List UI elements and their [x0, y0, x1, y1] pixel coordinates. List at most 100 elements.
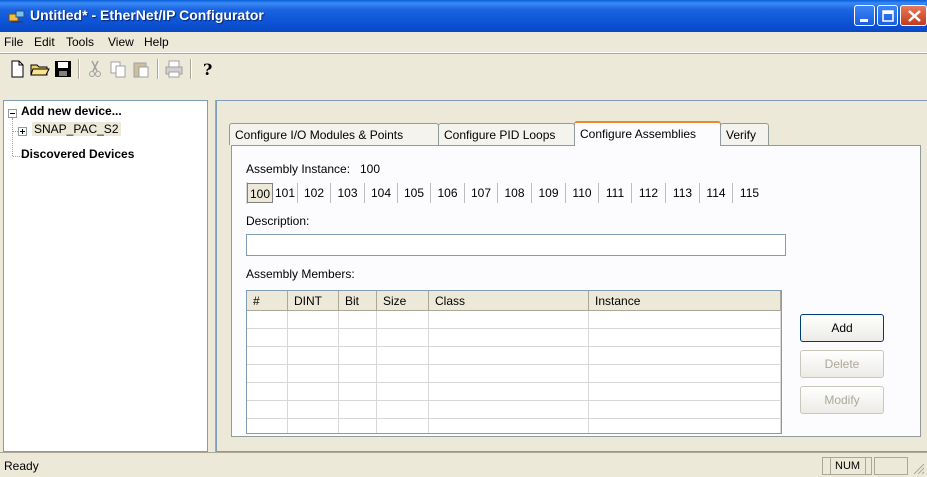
instance-tab-101[interactable]: 101 [273, 183, 298, 203]
print-icon[interactable] [163, 58, 185, 80]
table-cell[interactable] [339, 347, 377, 365]
table-cell[interactable] [589, 329, 781, 347]
table-cell[interactable] [377, 401, 429, 419]
menu-view[interactable]: View [108, 35, 134, 49]
table-cell[interactable] [589, 383, 781, 401]
instance-tab-110[interactable]: 110 [566, 183, 599, 203]
table-cell[interactable] [339, 419, 377, 433]
add-button[interactable]: Add [800, 314, 884, 342]
column-header-instance[interactable]: Instance [589, 291, 781, 311]
close-button[interactable] [900, 5, 927, 26]
tab-configure-pid[interactable]: Configure PID Loops [438, 123, 575, 145]
table-cell[interactable] [288, 383, 339, 401]
table-cell[interactable] [247, 311, 288, 329]
instance-tab-105[interactable]: 105 [398, 183, 431, 203]
instance-tab-102[interactable]: 102 [298, 183, 331, 203]
table-cell[interactable] [377, 347, 429, 365]
table-cell[interactable] [429, 419, 589, 433]
tree-item-snap-pac-s2[interactable]: SNAP_PAC_S2 [32, 122, 121, 136]
table-cell[interactable] [429, 347, 589, 365]
maximize-button[interactable] [877, 5, 898, 26]
menu-file[interactable]: File [4, 35, 23, 49]
table-cell[interactable] [247, 329, 288, 347]
instance-tab-108[interactable]: 108 [498, 183, 532, 203]
table-cell[interactable] [339, 401, 377, 419]
table-cell[interactable] [247, 419, 288, 433]
description-label: Description: [246, 214, 310, 228]
instance-tab-111[interactable]: 111 [599, 183, 632, 203]
delete-button[interactable]: Delete [800, 350, 884, 378]
table-cell[interactable] [429, 401, 589, 419]
help-icon[interactable]: ? [196, 58, 218, 80]
table-cell[interactable] [429, 311, 589, 329]
menu-help[interactable]: Help [144, 35, 169, 49]
table-cell[interactable] [377, 329, 429, 347]
assembly-members-table[interactable]: # DINT Bit Size Class Instance [246, 290, 782, 434]
table-cell[interactable] [589, 347, 781, 365]
paste-icon[interactable] [130, 58, 152, 80]
table-cell[interactable] [589, 419, 781, 433]
table-cell[interactable] [377, 419, 429, 433]
tab-label: Configure Assemblies [580, 127, 697, 141]
column-header-class[interactable]: Class [429, 291, 589, 311]
table-cell[interactable] [589, 311, 781, 329]
tab-configure-io[interactable]: Configure I/O Modules & Points [229, 123, 439, 145]
save-disk-icon[interactable] [52, 58, 74, 80]
modify-button[interactable]: Modify [800, 386, 884, 414]
tab-verify[interactable]: Verify [720, 123, 769, 145]
table-cell[interactable] [429, 329, 589, 347]
minimize-button[interactable] [854, 5, 875, 26]
instance-tab-109[interactable]: 109 [532, 183, 566, 203]
device-tree[interactable]: Add new device... SNAP_PAC_S2 Discovered… [3, 100, 208, 452]
column-header-dint[interactable]: DINT [288, 291, 339, 311]
instance-tab-112[interactable]: 112 [632, 183, 666, 203]
table-cell[interactable] [339, 383, 377, 401]
table-cell[interactable] [339, 329, 377, 347]
expand-icon[interactable] [18, 127, 27, 136]
table-cell[interactable] [377, 311, 429, 329]
table-cell[interactable] [589, 401, 781, 419]
instance-tab-107[interactable]: 107 [465, 183, 498, 203]
instance-tab-114[interactable]: 114 [700, 183, 733, 203]
table-cell[interactable] [339, 311, 377, 329]
description-field[interactable] [246, 234, 786, 256]
table-cell[interactable] [288, 401, 339, 419]
table-cell[interactable] [288, 329, 339, 347]
instance-tab-103[interactable]: 103 [331, 183, 365, 203]
table-cell[interactable] [429, 383, 589, 401]
table-cell[interactable] [589, 365, 781, 383]
column-header-number[interactable]: # [247, 291, 288, 311]
table-cell[interactable] [288, 311, 339, 329]
instance-tab-106[interactable]: 106 [431, 183, 465, 203]
title-bar[interactable]: Untitled* - EtherNet/IP Configurator [0, 0, 927, 32]
table-cell[interactable] [288, 365, 339, 383]
table-cell[interactable] [377, 365, 429, 383]
column-header-bit[interactable]: Bit [339, 291, 377, 311]
instance-tab-113[interactable]: 113 [666, 183, 700, 203]
collapse-icon[interactable] [8, 109, 17, 118]
tab-label: Verify [726, 128, 757, 142]
table-cell[interactable] [247, 401, 288, 419]
table-cell[interactable] [288, 347, 339, 365]
resize-grip-icon[interactable] [911, 461, 925, 475]
table-cell[interactable] [288, 419, 339, 433]
new-document-icon[interactable] [6, 58, 28, 80]
menu-edit[interactable]: Edit [34, 35, 55, 49]
instance-tab-104[interactable]: 104 [365, 183, 398, 203]
copy-icon[interactable] [107, 58, 129, 80]
menu-tools[interactable]: Tools [66, 35, 94, 49]
tree-item-discovered-devices[interactable]: Discovered Devices [21, 147, 134, 161]
column-header-size[interactable]: Size [377, 291, 429, 311]
table-cell[interactable] [247, 383, 288, 401]
table-cell[interactable] [377, 383, 429, 401]
table-cell[interactable] [429, 365, 589, 383]
cut-icon[interactable] [84, 58, 106, 80]
table-cell[interactable] [247, 347, 288, 365]
open-folder-icon[interactable] [29, 58, 51, 80]
table-cell[interactable] [339, 365, 377, 383]
table-cell[interactable] [247, 365, 288, 383]
instance-tab-115[interactable]: 115 [733, 183, 766, 203]
tab-configure-assemblies[interactable]: Configure Assemblies [574, 121, 721, 146]
tree-item-add-device[interactable]: Add new device... [21, 104, 122, 118]
instance-tab-100[interactable]: 100 [247, 183, 273, 203]
